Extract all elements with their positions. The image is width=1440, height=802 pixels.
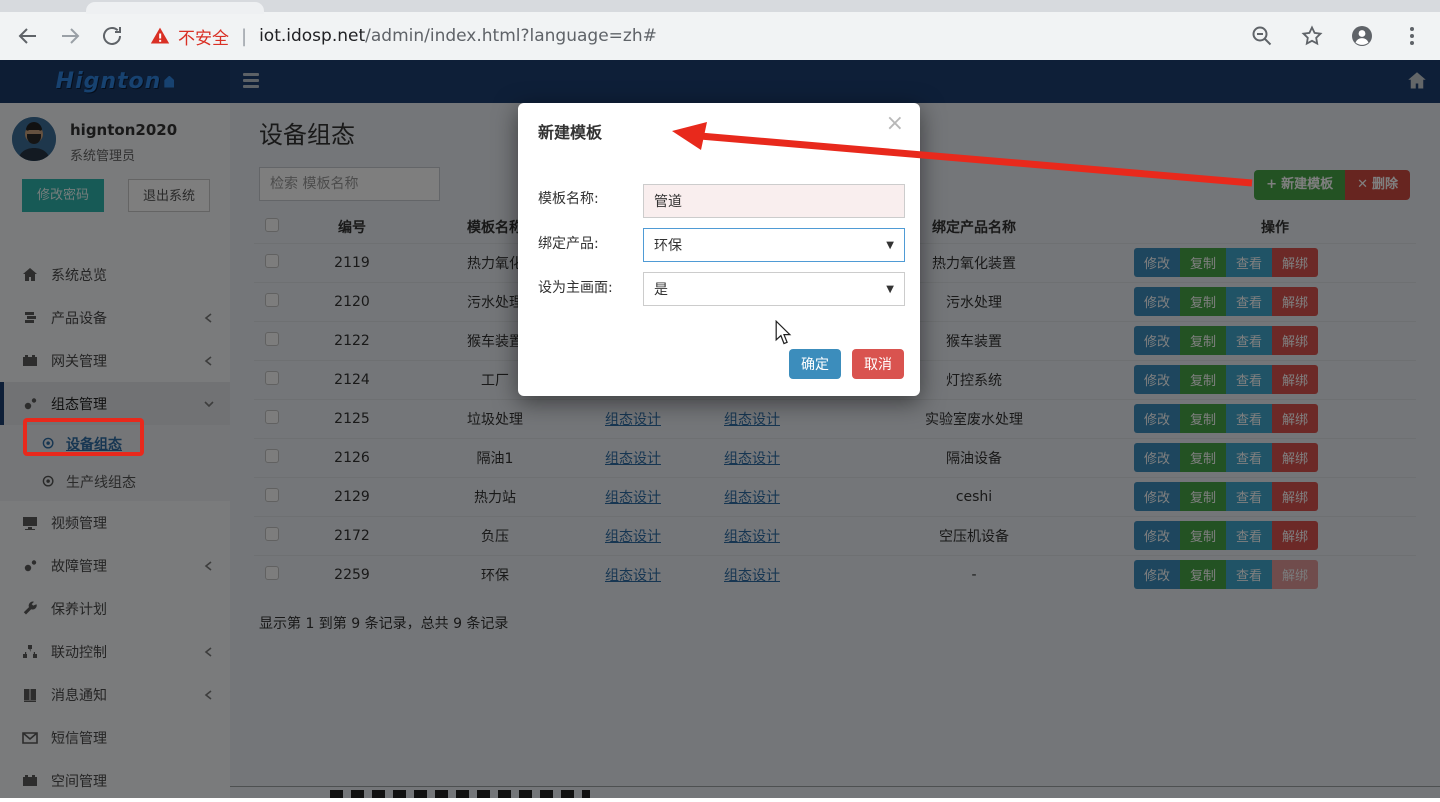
- kebab-menu-icon[interactable]: [1400, 24, 1424, 48]
- cancel-button[interactable]: 取消: [852, 349, 904, 379]
- template-name-input[interactable]: [643, 184, 905, 218]
- warning-triangle-icon: [150, 26, 170, 46]
- confirm-button[interactable]: 确定: [789, 349, 841, 379]
- browser-chrome: 不安全 | iot.idosp.net/admin/index.html?lan…: [0, 0, 1440, 60]
- chevron-down-icon: ▼: [886, 240, 894, 251]
- template-name-label: 模板名称:: [538, 188, 599, 208]
- modal-title: 新建模板: [538, 119, 602, 143]
- address-bar[interactable]: 不安全 | iot.idosp.net/admin/index.html?lan…: [150, 24, 1224, 49]
- zoom-out-icon[interactable]: [1250, 24, 1274, 48]
- close-icon[interactable]: ×: [886, 113, 904, 135]
- active-tab[interactable]: [86, 2, 264, 14]
- profile-icon[interactable]: [1350, 24, 1374, 48]
- bind-product-label: 绑定产品:: [538, 233, 599, 253]
- url-path[interactable]: /admin/index.html?language=zh#: [365, 26, 657, 46]
- main-screen-select[interactable]: 是 ▼: [643, 272, 905, 306]
- main-screen-label: 设为主画面:: [538, 277, 613, 297]
- reload-icon[interactable]: [100, 24, 124, 48]
- bookmark-star-icon[interactable]: [1300, 24, 1324, 48]
- new-template-modal: 新建模板 × 模板名称: 绑定产品: 环保 ▼ 设为主画面: 是 ▼ 确定 取消: [518, 103, 920, 396]
- url-separator: |: [237, 26, 251, 47]
- back-icon[interactable]: [16, 24, 40, 48]
- chevron-down-icon: ▼: [886, 284, 894, 295]
- tab-strip: [0, 0, 1440, 12]
- security-label[interactable]: 不安全: [178, 24, 229, 49]
- forward-icon[interactable]: [58, 24, 82, 48]
- url-host[interactable]: iot.idosp.net: [259, 26, 365, 46]
- bind-product-select[interactable]: 环保 ▼: [643, 228, 905, 262]
